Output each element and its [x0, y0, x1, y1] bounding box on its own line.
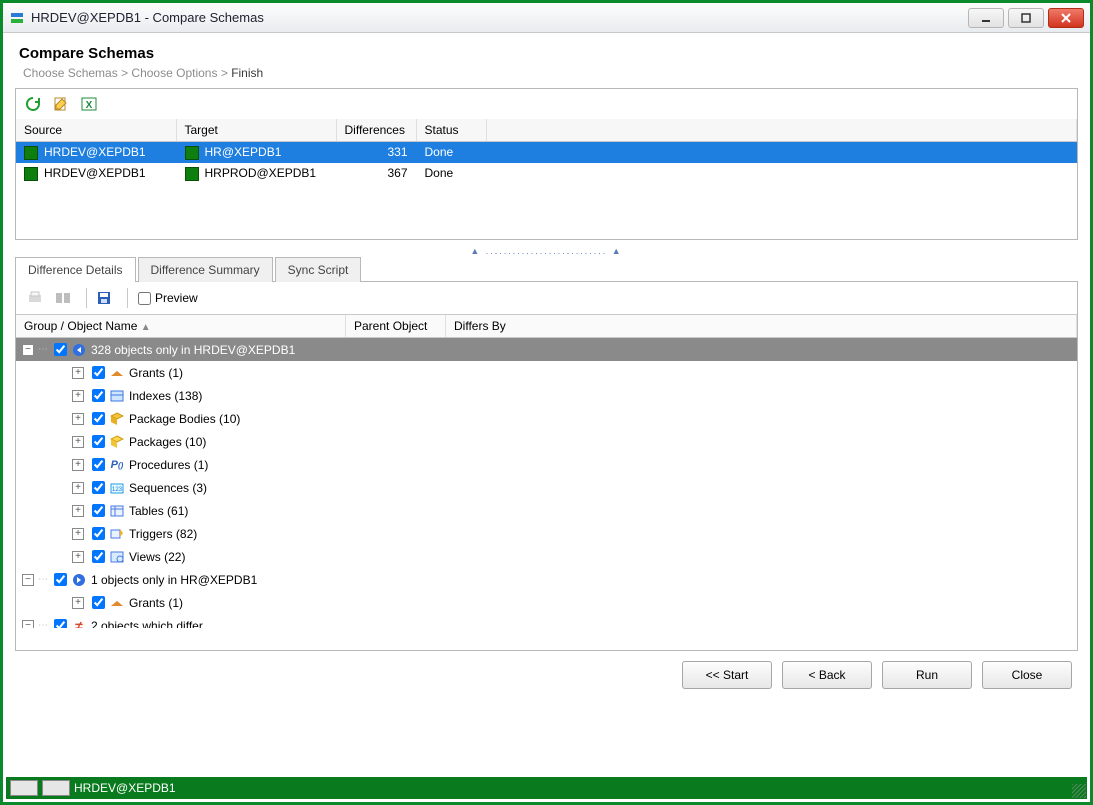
- group-checkbox[interactable]: [54, 343, 67, 356]
- preview-checkbox[interactable]: Preview: [134, 289, 198, 308]
- tab-sync-script[interactable]: Sync Script: [275, 257, 362, 282]
- grants-icon: [109, 595, 125, 611]
- sort-asc-icon: ▲: [141, 322, 151, 333]
- target-swatch-icon: [185, 146, 199, 160]
- col-status[interactable]: Status: [416, 119, 486, 142]
- expand-icon[interactable]: +: [72, 436, 84, 448]
- view-icon: [109, 549, 125, 565]
- tree-item-sequences[interactable]: + 123 Sequences (3): [16, 476, 1077, 499]
- table-row[interactable]: HRDEV@XEPDB1 HRPROD@XEPDB1 367 Done: [16, 163, 1077, 184]
- arrow-left-icon: [71, 342, 87, 358]
- refresh-button[interactable]: [22, 93, 44, 115]
- expand-icon[interactable]: +: [72, 459, 84, 471]
- package-icon: [109, 434, 125, 450]
- tree-item-tables[interactable]: + Tables (61): [16, 499, 1077, 522]
- col-group-object[interactable]: Group / Object Name ▲: [16, 315, 346, 337]
- source-swatch-icon: [24, 167, 38, 181]
- statusbar-button-1[interactable]: [10, 780, 38, 796]
- export-excel-button[interactable]: X: [78, 93, 100, 115]
- col-differences[interactable]: Differences: [336, 119, 416, 142]
- resize-grip[interactable]: [1072, 784, 1086, 798]
- collapse-icon[interactable]: −: [22, 574, 34, 586]
- step-finish: Finish: [231, 66, 263, 80]
- print-button[interactable]: [24, 287, 46, 309]
- step-choose-options: Choose Options: [131, 66, 217, 80]
- svg-text:123: 123: [112, 487, 123, 493]
- tree-group-target-only[interactable]: − ⋯ 1 objects only in HR@XEPDB1: [16, 568, 1077, 591]
- package-body-icon: [109, 411, 125, 427]
- back-button[interactable]: < Back: [782, 661, 872, 689]
- tab-bar: Difference Details Difference Summary Sy…: [15, 256, 1078, 281]
- statusbar-button-2[interactable]: [42, 780, 70, 796]
- target-swatch-icon: [185, 167, 199, 181]
- sequence-icon: 123: [109, 480, 125, 496]
- step-choose-schemas: Choose Schemas: [23, 66, 118, 80]
- tree-item-views[interactable]: + Views (22): [16, 545, 1077, 568]
- details-toolbar: Preview: [16, 282, 1077, 314]
- table-icon: [109, 503, 125, 519]
- edit-button[interactable]: [50, 93, 72, 115]
- breadcrumb: Choose Schemas > Choose Options > Finish: [23, 66, 1078, 80]
- page-title: Compare Schemas: [19, 45, 1078, 62]
- expand-icon[interactable]: +: [72, 390, 84, 402]
- comparison-panel: X Source Target Differences Status HRDEV…: [15, 88, 1078, 240]
- start-button[interactable]: << Start: [682, 661, 772, 689]
- close-button[interactable]: Close: [982, 661, 1072, 689]
- expand-icon[interactable]: +: [72, 413, 84, 425]
- col-parent-object[interactable]: Parent Object: [346, 315, 446, 337]
- svg-text:X: X: [86, 100, 93, 111]
- col-differs-by[interactable]: Differs By: [446, 315, 1077, 337]
- col-target[interactable]: Target: [176, 119, 336, 142]
- tree-group-source-only[interactable]: − ⋯ 328 objects only in HRDEV@XEPDB1: [16, 338, 1077, 361]
- window-title: HRDEV@XEPDB1 - Compare Schemas: [31, 10, 264, 25]
- expand-icon[interactable]: +: [72, 551, 84, 563]
- maximize-button[interactable]: [1008, 8, 1044, 28]
- tree-group-differ[interactable]: − ⋯ ≠ 2 objects which differ: [16, 614, 1077, 628]
- comparison-table: Source Target Differences Status HRDEV@X…: [16, 119, 1077, 184]
- tab-difference-details[interactable]: Difference Details: [15, 257, 136, 282]
- expand-icon[interactable]: +: [72, 528, 84, 540]
- indexes-icon: [109, 388, 125, 404]
- tree-header: Group / Object Name ▲ Parent Object Diff…: [16, 314, 1077, 338]
- run-button[interactable]: Run: [882, 661, 972, 689]
- procedure-icon: P(): [109, 457, 125, 473]
- grants-icon: [109, 365, 125, 381]
- tree-item-indexes[interactable]: + Indexes (138): [16, 384, 1077, 407]
- tree-item-grants-b[interactable]: + Grants (1): [16, 591, 1077, 614]
- expand-icon[interactable]: +: [72, 482, 84, 494]
- tree-item-triggers[interactable]: + Triggers (82): [16, 522, 1077, 545]
- close-window-button[interactable]: [1048, 8, 1084, 28]
- comparison-toolbar: X: [16, 89, 1077, 119]
- tree-item-procedures[interactable]: + P() Procedures (1): [16, 453, 1077, 476]
- title-bar: HRDEV@XEPDB1 - Compare Schemas: [3, 3, 1090, 33]
- status-connection: HRDEV@XEPDB1: [74, 781, 176, 795]
- arrow-right-icon: [71, 572, 87, 588]
- compare-button[interactable]: [52, 287, 74, 309]
- expand-icon[interactable]: +: [72, 367, 84, 379]
- not-equal-icon: ≠: [71, 618, 87, 629]
- wizard-button-row: << Start < Back Run Close: [15, 651, 1078, 701]
- tree-item-package-bodies[interactable]: + Package Bodies (10): [16, 407, 1077, 430]
- splitter-handle[interactable]: ▲ ........................... ▲: [15, 246, 1078, 256]
- trigger-icon: [109, 526, 125, 542]
- tab-difference-summary[interactable]: Difference Summary: [138, 257, 273, 282]
- expand-icon[interactable]: +: [72, 505, 84, 517]
- minimize-button[interactable]: [968, 8, 1004, 28]
- collapse-icon[interactable]: −: [22, 344, 34, 356]
- tree-item-grants[interactable]: + Grants (1): [16, 361, 1077, 384]
- collapse-icon[interactable]: −: [22, 620, 34, 629]
- tab-content: Preview Group / Object Name ▲ Parent Obj…: [15, 281, 1078, 651]
- table-row[interactable]: HRDEV@XEPDB1 HR@XEPDB1 331 Done: [16, 142, 1077, 163]
- svg-text:≠: ≠: [75, 619, 83, 629]
- save-button[interactable]: [93, 287, 115, 309]
- col-source[interactable]: Source: [16, 119, 176, 142]
- expand-icon[interactable]: +: [72, 597, 84, 609]
- status-bar: HRDEV@XEPDB1: [6, 777, 1087, 799]
- app-icon: [9, 10, 25, 26]
- source-swatch-icon: [24, 146, 38, 160]
- tree-body[interactable]: − ⋯ 328 objects only in HRDEV@XEPDB1 + G…: [16, 338, 1077, 628]
- tree-item-packages[interactable]: + Packages (10): [16, 430, 1077, 453]
